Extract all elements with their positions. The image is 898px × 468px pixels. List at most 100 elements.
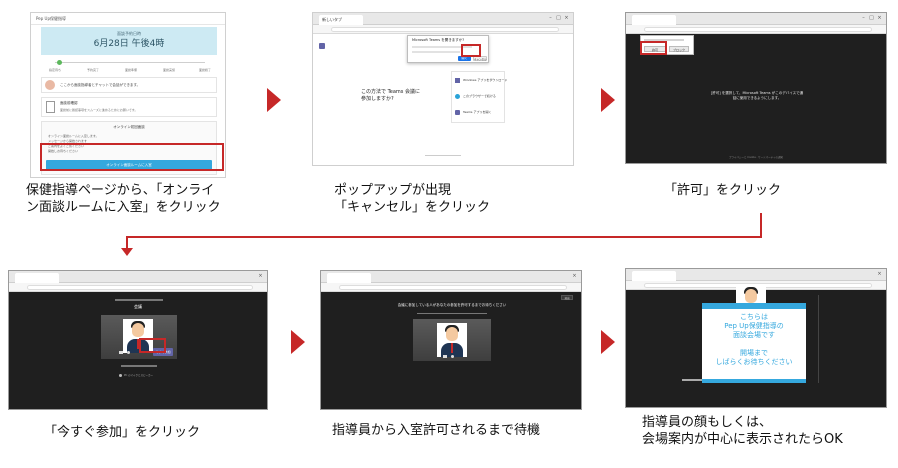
notice-line: しばらくお待ちください <box>715 358 793 366</box>
step2-caption: ポップアップが出現 「キャンセル」をクリック <box>334 183 491 215</box>
schedule-datetime: 6月28日 午後4時 <box>93 39 165 49</box>
step4-screenshot: × 会議 今すぐ参加 PC のマイクとスピーカー <box>8 270 268 410</box>
advisor-avatar <box>437 323 467 357</box>
prep-text: 面談前に確認事項をスムーズに進めるためにお願いです。 <box>60 108 138 112</box>
step-label: 面談終了 <box>199 68 212 72</box>
leave-button[interactable]: 退出 <box>561 295 573 300</box>
camera-preview <box>413 319 491 361</box>
mic-toggle-icon[interactable] <box>127 351 130 354</box>
audio-option-label: PC のマイクとスピーカー <box>124 374 153 377</box>
option-label: Windows アプリをダウンロード <box>463 78 508 82</box>
radio-icon <box>119 374 122 377</box>
browser-tabbar: × <box>9 271 267 283</box>
schedule-label: 面談予約日時 <box>117 31 141 36</box>
notice-line: Pep Up保健指導の <box>724 322 784 330</box>
browser-icon <box>455 94 460 99</box>
participant-label <box>682 379 702 381</box>
step4-caption: 「今すぐ参加」をクリック <box>44 425 201 440</box>
address-bar[interactable] <box>626 25 886 34</box>
flow-connector-horizontal <box>126 236 762 238</box>
step5-caption: 指導員から入室許可されるまで待機 <box>332 423 541 438</box>
meeting-label: 会議 <box>134 304 142 309</box>
windows-icon <box>455 78 460 83</box>
teams-logo-icon <box>319 43 325 49</box>
notice-line: 開場まで <box>740 349 768 357</box>
close-icon[interactable]: × <box>258 274 263 279</box>
online-title: オンライン初回面談 <box>113 125 145 129</box>
step-label: 面談実施 <box>163 68 176 72</box>
browser-tab[interactable] <box>632 15 676 25</box>
step2-screenshot: 新しいタブ – □ × Microsoft Teams を開きますか? 開く キ… <box>312 12 574 166</box>
highlight-enter-button <box>40 143 224 171</box>
venue-notice-card: こちらは Pep Up保健指導の 面談会場です 開場まで しばらくお待ちください <box>702 303 806 383</box>
browser-tabbar: × <box>626 269 886 281</box>
step-label: 面談準備 <box>125 68 138 72</box>
camera-toggle-icon[interactable] <box>443 355 447 358</box>
camera-toggle-icon[interactable] <box>119 351 123 354</box>
footer-links <box>425 155 461 156</box>
progress-steps: 指定待ち 予約完了 面談準備 面談実施 面談終了 <box>45 59 215 75</box>
maximize-icon[interactable]: □ <box>869 16 874 21</box>
document-icon <box>46 101 55 113</box>
permission-message: [許可] を選択して、Microsoft Teams がこのデバイスで通話に使用… <box>710 91 804 100</box>
dialog-title: Microsoft Teams を開きますか? <box>412 38 465 42</box>
divider-right <box>818 295 819 383</box>
step6-screenshot: × こちらは Pep Up保健指導の 面談会場です 開場まで しばらくお待ちくだ… <box>625 268 887 408</box>
teams-app-icon <box>455 110 460 115</box>
app-header: Pep Up保健指導 <box>31 13 225 25</box>
advisor-avatar-icon <box>45 80 55 90</box>
mic-toggle-icon[interactable] <box>451 355 454 358</box>
message-row[interactable]: ここから面談指導者とチャットで会話ができます。 <box>41 77 217 93</box>
join-heading: この方法で Teams 会議に参加しますか? <box>361 89 420 102</box>
browser-tab[interactable] <box>632 271 676 281</box>
leave-label: 退出 <box>564 297 570 300</box>
step-label: 指定待ち <box>49 68 62 72</box>
close-icon[interactable]: × <box>572 274 577 279</box>
audio-option[interactable]: PC のマイクとスピーカー <box>119 373 159 379</box>
browser-tab[interactable] <box>327 273 371 283</box>
browser-tabbar: × <box>321 271 581 283</box>
prep-row[interactable]: 面談前確認 面談前に確認事項をスムーズに進めるためにお願いです。 <box>41 97 217 117</box>
browser-tab[interactable]: 新しいタブ <box>319 15 363 25</box>
highlight-cancel-button <box>461 44 481 57</box>
step3-caption: 「許可」をクリック <box>664 183 782 198</box>
arrow-step2-to-3 <box>601 88 615 112</box>
option-label: このブラウザーで続ける <box>463 94 496 98</box>
option-label: Teams アプリを開く <box>463 110 492 114</box>
close-icon[interactable]: × <box>877 272 882 277</box>
close-icon[interactable]: × <box>877 16 882 21</box>
minimize-icon[interactable]: – <box>861 16 866 21</box>
dialog-cancel-label: キャンセル <box>474 58 487 61</box>
footer-links[interactable]: プライバシーと Cookie · サードパーティの通知 <box>626 155 886 160</box>
app-title: Pep Up保健指導 <box>36 16 67 21</box>
flow-connector-vertical-right <box>760 213 762 237</box>
arrow-step1-to-2 <box>267 88 281 112</box>
join-option-app[interactable]: Teams アプリを開く <box>455 108 503 120</box>
browser-tabbar: – □ × <box>626 13 886 25</box>
join-option-download[interactable]: Windows アプリをダウンロード <box>455 76 507 88</box>
minimize-icon[interactable]: – <box>548 16 553 21</box>
address-bar[interactable] <box>9 283 267 292</box>
arrow-step5-to-6 <box>601 330 615 354</box>
notice-line: こちらは <box>740 313 768 321</box>
browser-tab[interactable] <box>15 273 59 283</box>
highlight-allow-button <box>640 41 667 55</box>
step5-screenshot: × 退出 会議に参加している人があなたの参加を許可するまでお待ちください <box>320 270 582 410</box>
address-bar[interactable] <box>321 283 581 292</box>
schedule-card: 面談予約日時 6月28日 午後4時 <box>41 27 217 55</box>
highlight-join-now-button <box>139 338 166 353</box>
step3-screenshot: – □ × 許可 ブロック [許可] を選択して、Microsoft Teams… <box>625 12 887 164</box>
join-option-browser[interactable]: このブラウザーで続ける <box>455 92 503 104</box>
maximize-icon[interactable]: □ <box>556 16 561 21</box>
flow-connector-arrowhead <box>121 248 133 256</box>
step6-caption: 指導員の顔もしくは、 会場案内が中心に表示されたらOK <box>642 415 843 447</box>
block-label: ブロック <box>672 47 685 52</box>
prep-title: 面談前確認 <box>60 101 78 105</box>
browser-tabbar: 新しいタブ – □ × <box>313 13 573 25</box>
close-icon[interactable]: × <box>564 16 569 21</box>
notice-line: 面談会場です <box>733 331 775 339</box>
address-bar[interactable] <box>313 25 573 34</box>
block-button[interactable]: ブロック <box>669 46 689 52</box>
step-label: 予約完了 <box>87 68 100 72</box>
message-text: ここから面談指導者とチャットで会話ができます。 <box>60 83 141 87</box>
